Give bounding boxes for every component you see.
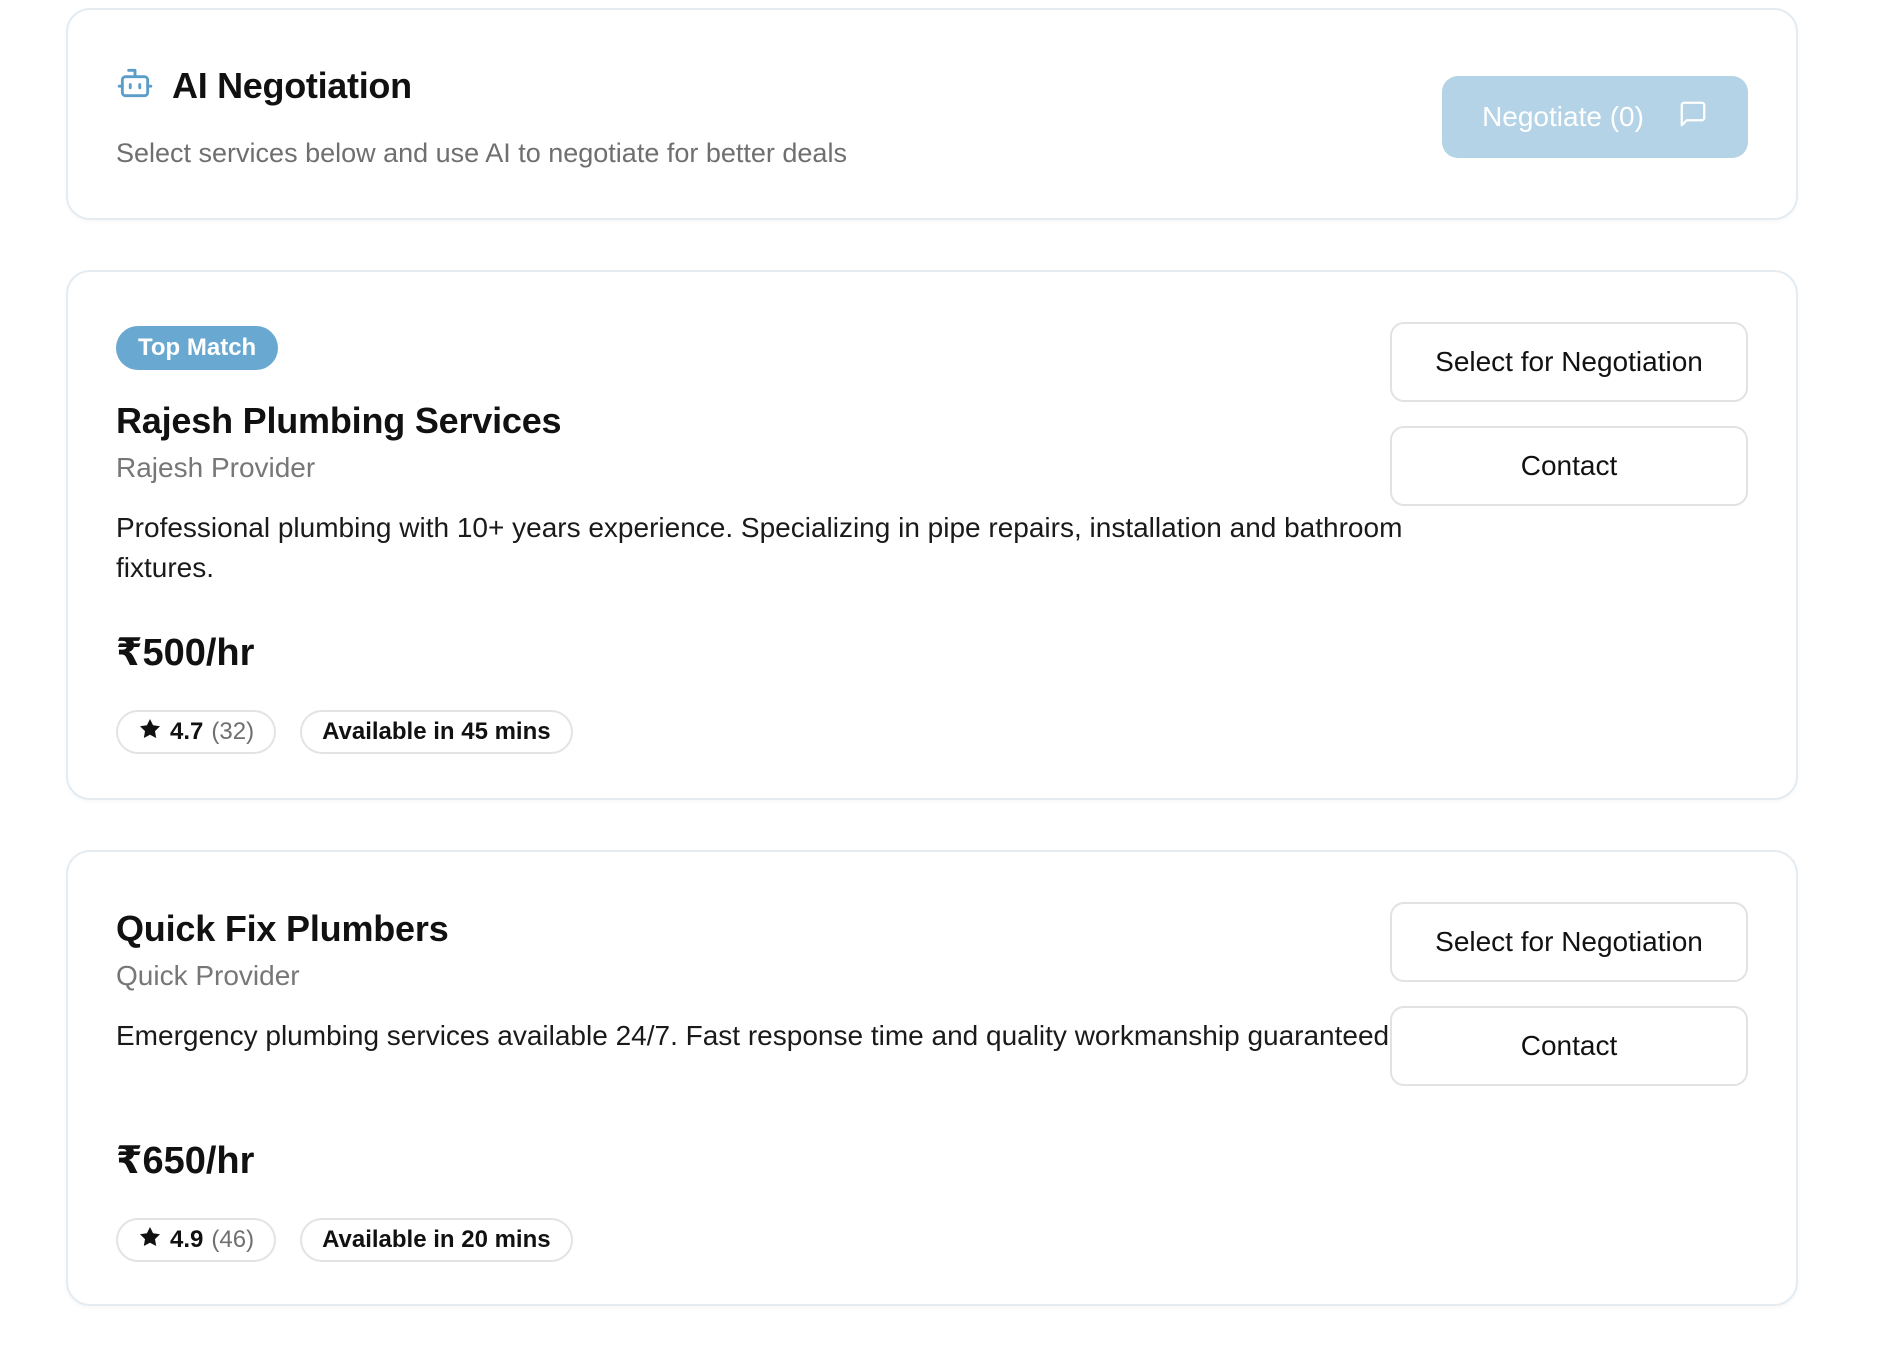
robot-icon	[116, 64, 154, 107]
rating-chip: 4.7 (32)	[116, 710, 277, 754]
provider-name: Quick Fix Plumbers	[116, 908, 449, 949]
provider-description: Professional plumbing with 10+ years exp…	[116, 512, 1403, 583]
star-icon	[138, 717, 162, 748]
star-icon	[138, 1225, 162, 1256]
review-count: (46)	[211, 1226, 255, 1253]
provider-meta: 4.7 (32) Available in 45 mins	[116, 710, 573, 754]
contact-button[interactable]: Contact	[1390, 426, 1748, 506]
provider-card: Quick Fix Plumbers Quick Provider Emerge…	[66, 850, 1798, 1306]
select-for-negotiation-button[interactable]: Select for Negotiation	[1390, 322, 1748, 402]
message-square-icon	[1678, 99, 1708, 136]
review-count: (32)	[211, 718, 255, 745]
negotiate-button[interactable]: Negotiate (0)	[1442, 76, 1748, 158]
provider-name: Rajesh Plumbing Services	[116, 400, 562, 441]
provider-owner: Quick Provider	[116, 960, 300, 991]
provider-description: Emergency plumbing services available 24…	[116, 1020, 1397, 1051]
availability-chip: Available in 20 mins	[300, 1218, 573, 1262]
ai-negotiation-title: AI Negotiation	[172, 64, 412, 106]
provider-meta: 4.9 (46) Available in 20 mins	[116, 1218, 573, 1262]
rating-value: 4.7	[170, 718, 204, 745]
select-for-negotiation-button[interactable]: Select for Negotiation	[1390, 902, 1748, 982]
contact-button[interactable]: Contact	[1390, 1006, 1748, 1086]
ai-negotiation-card: AI Negotiation Select services below and…	[66, 8, 1798, 220]
top-match-badge: Top Match	[116, 326, 279, 370]
ai-negotiation-header: AI Negotiation	[116, 64, 412, 107]
negotiate-button-label: Negotiate (0)	[1482, 101, 1644, 132]
rating-chip: 4.9 (46)	[116, 1218, 277, 1262]
provider-price: ₹500/hr	[116, 632, 255, 674]
availability-chip: Available in 45 mins	[300, 710, 573, 754]
ai-negotiation-subtitle: Select services below and use AI to nego…	[116, 138, 847, 168]
provider-card: Top Match Rajesh Plumbing Services Rajes…	[66, 270, 1798, 800]
provider-owner: Rajesh Provider	[116, 452, 316, 483]
rating-value: 4.9	[170, 1226, 204, 1253]
provider-price: ₹650/hr	[116, 1140, 255, 1182]
